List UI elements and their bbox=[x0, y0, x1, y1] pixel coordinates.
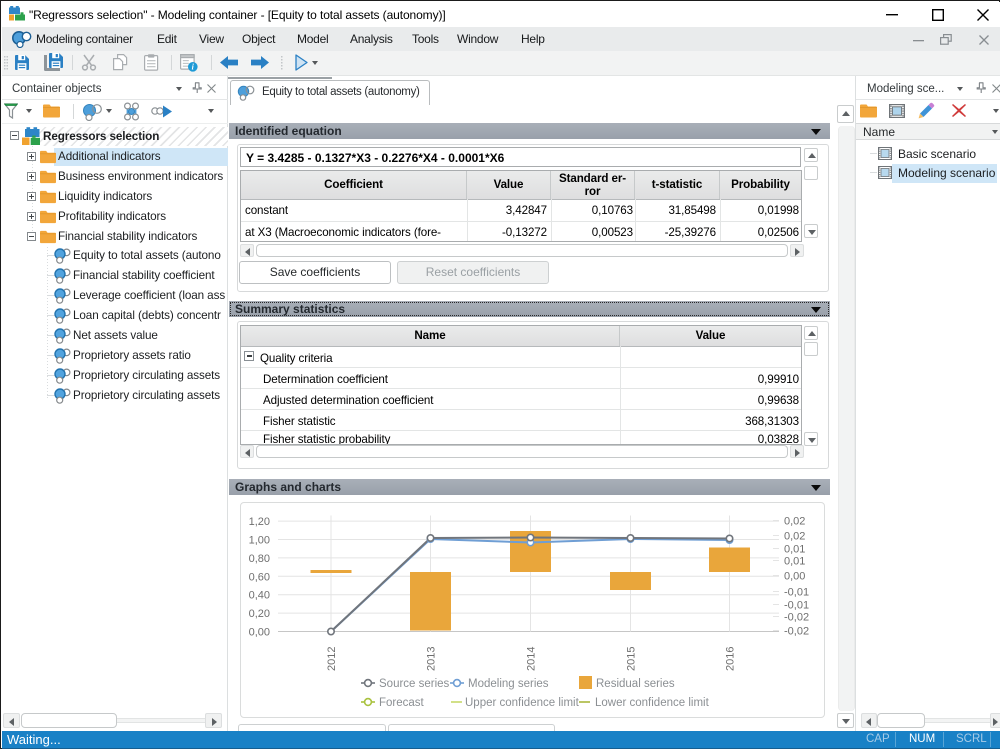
svg-text:2014: 2014 bbox=[526, 647, 538, 671]
svg-text:-0,01: -0,01 bbox=[784, 600, 809, 612]
svg-text:1,20: 1,20 bbox=[249, 516, 270, 528]
svg-text:Modeling series: Modeling series bbox=[468, 678, 549, 690]
svg-text:Residual series: Residual series bbox=[596, 678, 675, 690]
svg-text:0,00: 0,00 bbox=[784, 571, 805, 583]
svg-text:-0,01: -0,01 bbox=[784, 587, 809, 599]
svg-text:Forecast: Forecast bbox=[379, 697, 425, 709]
svg-text:0,02: 0,02 bbox=[784, 516, 805, 528]
svg-text:Upper confidence limit: Upper confidence limit bbox=[465, 697, 580, 709]
svg-text:Source series: Source series bbox=[379, 678, 450, 690]
svg-text:-0,02: -0,02 bbox=[784, 612, 809, 624]
svg-text:2013: 2013 bbox=[426, 647, 438, 671]
svg-text:2012: 2012 bbox=[326, 647, 338, 671]
svg-text:-0,02: -0,02 bbox=[784, 626, 809, 638]
svg-text:0,01: 0,01 bbox=[784, 556, 805, 568]
svg-text:2016: 2016 bbox=[725, 647, 737, 671]
svg-text:0,80: 0,80 bbox=[249, 553, 270, 565]
svg-text:0,01: 0,01 bbox=[784, 544, 805, 556]
svg-text:0,20: 0,20 bbox=[249, 608, 270, 620]
svg-text:0,60: 0,60 bbox=[249, 571, 270, 583]
svg-text:0,00: 0,00 bbox=[249, 627, 270, 639]
svg-text:0,02: 0,02 bbox=[784, 531, 805, 543]
svg-text:2015: 2015 bbox=[626, 647, 638, 671]
svg-text:1,00: 1,00 bbox=[249, 535, 270, 547]
svg-text:0,40: 0,40 bbox=[249, 590, 270, 602]
svg-text:Lower confidence limit: Lower confidence limit bbox=[595, 697, 710, 709]
